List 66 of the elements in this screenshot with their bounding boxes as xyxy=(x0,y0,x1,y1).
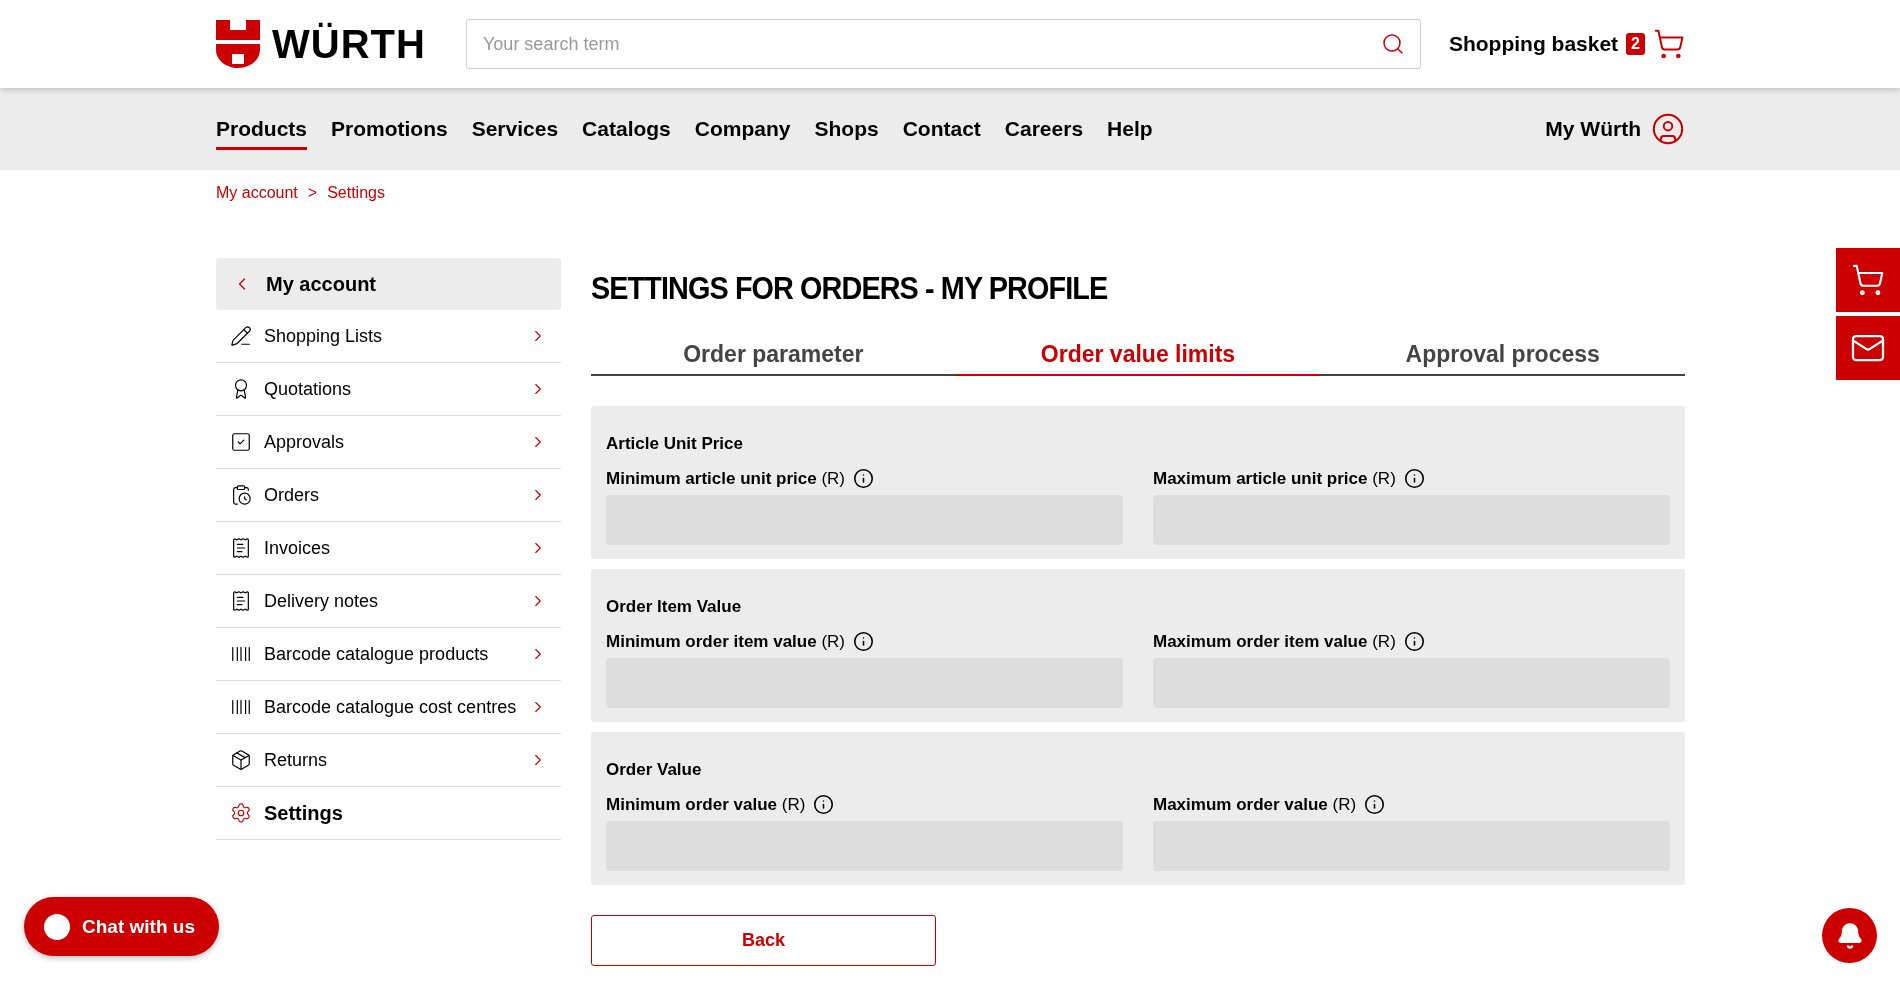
bell-icon xyxy=(1835,921,1864,950)
nav-item[interactable]: Careers xyxy=(1004,108,1084,150)
clipboard-clock-icon xyxy=(230,484,252,506)
info-icon[interactable] xyxy=(853,468,874,489)
checkbox-icon xyxy=(230,431,252,453)
info-icon[interactable] xyxy=(853,631,874,652)
field-label: Minimum order value (R) xyxy=(606,794,806,815)
tab[interactable]: Order value limits xyxy=(955,341,1321,376)
nav-item[interactable]: Services xyxy=(471,108,559,150)
nav-item[interactable]: Company xyxy=(694,108,791,150)
page-title: SETTINGS FOR ORDERS - MY PROFILE xyxy=(591,270,1109,307)
logo-text[interactable]: WÜRTH xyxy=(272,21,426,67)
sidebar-item[interactable]: Returns xyxy=(216,734,561,787)
section-title: Order Item Value xyxy=(606,597,743,617)
field-label: Minimum article unit price (R) xyxy=(606,468,845,489)
search-icon[interactable] xyxy=(1380,32,1405,56)
breadcrumb-separator: > xyxy=(307,184,318,202)
sidebar-item[interactable]: Invoices xyxy=(216,522,561,575)
basket-label[interactable]: Shopping basket xyxy=(1448,32,1619,56)
receipt-icon xyxy=(230,537,252,559)
field-label: Minimum order item value (R) xyxy=(606,631,845,652)
sidebar-item[interactable]: Delivery notes xyxy=(216,575,561,628)
account-link[interactable]: My Würth xyxy=(1545,117,1641,141)
field-label: Maximum article unit price (R) xyxy=(1153,468,1396,489)
sidebar-item[interactable]: Approvals xyxy=(216,416,561,469)
pencil-icon xyxy=(230,325,252,347)
user-icon[interactable] xyxy=(1651,112,1685,146)
sidebar-item[interactable]: Orders xyxy=(216,469,561,522)
nav-item[interactable]: Promotions xyxy=(331,108,448,150)
nav-item[interactable]: Contact xyxy=(902,108,981,150)
field-label: Maximum order value (R) xyxy=(1153,794,1357,815)
settings-icon xyxy=(230,802,252,824)
sidebar-item[interactable]: Settings xyxy=(216,787,561,840)
package-icon xyxy=(230,749,252,771)
info-icon[interactable] xyxy=(813,794,835,815)
basket-count-badge: 2 xyxy=(1626,33,1645,55)
sidebar-item[interactable]: Shopping Lists xyxy=(216,310,561,363)
tab[interactable]: Order parameter xyxy=(591,341,956,376)
nav-item[interactable]: Help xyxy=(1107,108,1153,150)
section-title: Article Unit Price xyxy=(606,434,744,454)
chat-bubble-icon xyxy=(44,913,70,940)
sidebar-item[interactable]: Barcode catalogue cost centres xyxy=(216,681,561,734)
receipt-icon xyxy=(230,590,252,612)
nav-item[interactable]: Shops xyxy=(814,108,879,150)
field-label: Maximum order item value (R) xyxy=(1153,631,1396,652)
info-icon[interactable] xyxy=(1403,631,1425,652)
info-icon[interactable] xyxy=(1403,468,1425,489)
sidebar-back-button[interactable]: My account xyxy=(216,258,561,310)
sidebar-item[interactable]: Quotations xyxy=(216,363,561,416)
nav-item[interactable]: Catalogs xyxy=(582,108,671,150)
nav-item[interactable]: Products xyxy=(216,108,307,150)
chat-button[interactable]: Chat with us xyxy=(24,897,219,956)
cart-icon[interactable] xyxy=(1653,28,1685,60)
breadcrumb-link[interactable]: My account xyxy=(216,184,298,202)
section-title: Order Value xyxy=(606,760,703,780)
logo-mark-icon xyxy=(216,20,260,68)
mail-side-button[interactable] xyxy=(1836,316,1900,380)
sidebar-item[interactable]: Barcode catalogue products xyxy=(216,628,561,681)
notification-button[interactable] xyxy=(1822,908,1877,963)
tab[interactable]: Approval process xyxy=(1320,341,1685,376)
search-field[interactable]: Your search term xyxy=(466,19,1421,69)
cart-side-button[interactable] xyxy=(1836,248,1900,312)
back-button[interactable]: Back xyxy=(591,915,936,966)
info-icon[interactable] xyxy=(1364,794,1386,815)
cart-icon xyxy=(1851,263,1885,297)
breadcrumb-link[interactable]: Settings xyxy=(327,184,385,202)
